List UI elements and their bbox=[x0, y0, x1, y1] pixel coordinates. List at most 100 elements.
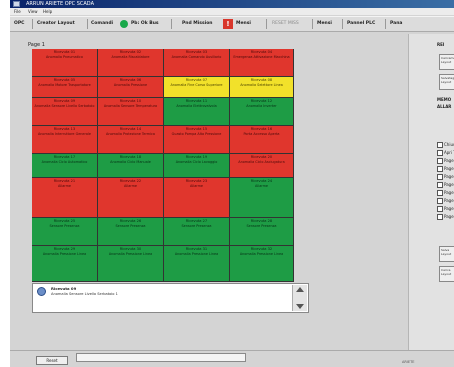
toolbar-pana[interactable]: Pana bbox=[390, 17, 402, 31]
save-layout-button-2[interactable]: Salva Layout bbox=[439, 246, 454, 262]
alarm-cell[interactable]: Ricevuta 11 Anomalia Elettrovalvola bbox=[164, 98, 230, 126]
toolbar-bus-status[interactable]: Pb: Ok Bus bbox=[131, 17, 159, 31]
checkbox-label: Page 5 bbox=[444, 190, 454, 195]
alarm-cell[interactable]: Ricevuta 06 Anomalia Pressione bbox=[98, 77, 164, 98]
page-filter-checkbox[interactable]: Page 5 bbox=[437, 190, 454, 196]
alarm-description: Anomalia Inverter bbox=[246, 103, 277, 108]
alarm-cell[interactable]: Ricevuta 24 Allarme bbox=[230, 178, 294, 218]
alarm-cell[interactable]: Ricevuta 19 Anomalia Ciclo Lavaggio bbox=[164, 154, 230, 178]
alarm-cell[interactable]: Ricevuta 28 Sensore Presenza bbox=[230, 218, 294, 246]
alarm-cell[interactable]: Ricevuta 21 Allarme bbox=[32, 178, 98, 218]
load-layout-button-2[interactable]: Carica Layout bbox=[439, 266, 454, 282]
alarm-description: Anomalia Sensore Temperatura bbox=[103, 103, 158, 108]
alarm-description: Allarme bbox=[57, 183, 71, 188]
alarm-cell[interactable]: Ricevuta 30 Anomalia Pressione Linea bbox=[98, 246, 164, 282]
toolbar-pnd-mission[interactable]: Pnd Mission bbox=[182, 17, 213, 31]
menu-file[interactable]: File bbox=[14, 8, 21, 15]
toolbar-mensi-2[interactable]: Mensi bbox=[317, 17, 332, 31]
alarm-cell[interactable]: Ricevuta 26 Sensore Presenza bbox=[98, 218, 164, 246]
alarm-cell[interactable]: Ricevuta 08 Anomalia Selettore Linea bbox=[230, 77, 294, 98]
alarm-cell[interactable]: Ricevuta 32 Anomalia Pressione Linea bbox=[230, 246, 294, 282]
checkbox-icon[interactable] bbox=[437, 158, 443, 164]
alarm-description: Anomalia Pneumatico bbox=[46, 54, 83, 59]
checkbox-icon[interactable] bbox=[437, 198, 443, 204]
toolbar-reset-miss[interactable]: RESET MISS bbox=[272, 17, 299, 31]
alarm-grid: Ricevuta 01 Anomalia Pneumatico Ricevuta 0… bbox=[32, 49, 294, 282]
panel-heading: REI bbox=[437, 42, 445, 47]
menu-help[interactable]: Help bbox=[43, 8, 52, 15]
alarm-description: Anomalia Interruttore Generale bbox=[37, 131, 92, 136]
checkbox-icon[interactable] bbox=[437, 214, 443, 220]
toolbar-creator-layout[interactable]: Creator Layout bbox=[37, 17, 75, 31]
toolbar-pannel-plc[interactable]: Pannel PLC bbox=[347, 17, 375, 31]
page-filter-checkbox[interactable]: Page 7 bbox=[437, 206, 454, 212]
alarm-cell[interactable]: Ricevuta 23 Allarme bbox=[164, 178, 230, 218]
alarm-cell[interactable]: Ricevuta 31 Anomalia Pressione Linea bbox=[164, 246, 230, 282]
toolbar-mensi[interactable]: Mensi bbox=[236, 17, 251, 31]
alarm-cell[interactable]: Ricevuta 17 Anomalia Ciclo Automatico bbox=[32, 154, 98, 178]
checkbox-icon[interactable] bbox=[437, 142, 443, 148]
scroll-up-icon[interactable] bbox=[296, 287, 304, 292]
alarm-cell[interactable]: Ricevuta 09 Anomalia Sensore Livello Serb… bbox=[32, 98, 98, 126]
alarm-cell[interactable]: Ricevuta 04 Emergenza Attivazione Macchin… bbox=[230, 49, 294, 77]
scroll-down-icon[interactable] bbox=[296, 304, 304, 309]
page-filter-checkbox[interactable]: Page 3 bbox=[437, 174, 454, 180]
alarm-cell[interactable]: Ricevuta 14 Anomalia Protezione Termica bbox=[98, 126, 164, 154]
alarm-cell[interactable]: Ricevuta 10 Anomalia Sensore Temperatura bbox=[98, 98, 164, 126]
checkbox-icon[interactable] bbox=[437, 150, 443, 156]
checkbox-icon[interactable] bbox=[437, 206, 443, 212]
alarm-description: Allarme bbox=[123, 183, 137, 188]
checkbox-icon[interactable] bbox=[437, 190, 443, 196]
alarm-cell[interactable]: Ricevuta 20 Anomalia Ciclo Asciugatura bbox=[230, 154, 294, 178]
alarm-cell[interactable]: Ricevuta 29 Anomalia Pressione Linea bbox=[32, 246, 98, 282]
alarm-cell[interactable]: Ricevuta 01 Anomalia Pneumatico bbox=[32, 49, 98, 77]
checkbox-icon[interactable] bbox=[437, 166, 443, 172]
page-filter-checkbox[interactable]: Apri TUTTI bbox=[437, 150, 454, 156]
toolbar-comandi[interactable]: Comandi bbox=[91, 17, 113, 31]
alarm-cell[interactable]: Ricevuta 02 Anomalia Riscaldatore bbox=[98, 49, 164, 77]
alarm-cell[interactable]: Ricevuta 05 Anomalia Motore Trasportatore bbox=[32, 77, 98, 98]
page-filter-checkbox[interactable]: Page 6 bbox=[437, 198, 454, 204]
status-bar: Reset bbox=[10, 350, 454, 367]
alarm-description: Anomalia Elettrovalvola bbox=[176, 103, 217, 108]
alarm-cell[interactable]: Ricevuta 18 Anomalia Ciclo Manuale bbox=[98, 154, 164, 178]
reset-button[interactable]: Reset bbox=[36, 356, 68, 365]
page-filter-checkbox[interactable]: Page 8 bbox=[437, 214, 454, 220]
checkbox-label: Page 7 bbox=[444, 206, 454, 211]
app-icon bbox=[13, 1, 20, 7]
checkbox-icon[interactable] bbox=[437, 182, 443, 188]
status-field bbox=[76, 353, 246, 362]
page-filter-checkbox[interactable]: Page 4 bbox=[437, 182, 454, 188]
toolbar-separator bbox=[342, 19, 343, 29]
load-layout-button[interactable]: Caricamento Layout bbox=[439, 54, 454, 70]
alarm-description: Anomalia Fine Corsa Superiore bbox=[170, 82, 223, 87]
save-layout-button[interactable]: Salvataggio Layout bbox=[439, 74, 454, 90]
alarm-description: Anomalia Riscaldatore bbox=[111, 54, 150, 59]
alarm-cell[interactable]: Ricevuta 12 Anomalia Inverter bbox=[230, 98, 294, 126]
checkbox-icon[interactable] bbox=[437, 174, 443, 180]
page-filter-checkbox[interactable]: Chiudi TUTTI bbox=[437, 142, 454, 148]
alarm-cell[interactable]: Ricevuta 13 Anomalia Interruttore General… bbox=[32, 126, 98, 154]
alarm-description: Anomalia Ciclo Automatico bbox=[41, 159, 88, 164]
menu-view[interactable]: View bbox=[28, 8, 38, 15]
toolbar-opc[interactable]: OPC bbox=[14, 17, 24, 31]
alarm-icon[interactable]: ! bbox=[223, 19, 233, 29]
alarm-cell[interactable]: Ricevuta 16 Porta Accesso Aperta bbox=[230, 126, 294, 154]
alarm-description: Anomalia Sensore Livello Serbatoio bbox=[34, 103, 95, 108]
memo-heading: MEMO bbox=[437, 97, 452, 102]
page-filter-checkbox[interactable]: Page 2 bbox=[437, 166, 454, 172]
alarm-cell[interactable]: Ricevuta 27 Sensore Presenza bbox=[164, 218, 230, 246]
alarm-heading: ALLAR bbox=[437, 104, 452, 109]
alarm-cell[interactable]: Ricevuta 22 Allarme bbox=[98, 178, 164, 218]
alarm-description: Anomalia Selettore Linea bbox=[240, 82, 283, 87]
alarm-cell[interactable]: Ricevuta 25 Sensore Presenza bbox=[32, 218, 98, 246]
message-scrollbar[interactable] bbox=[292, 285, 307, 311]
alarm-cell[interactable]: Ricevuta 07 Anomalia Fine Corsa Superiore bbox=[164, 77, 230, 98]
page-filter-checkbox[interactable]: Page 1 bbox=[437, 158, 454, 164]
alarm-cell[interactable]: Ricevuta 03 Anomalia Comando Ausiliario bbox=[164, 49, 230, 77]
checkbox-label: Page 3 bbox=[444, 174, 454, 179]
alarm-cell[interactable]: Ricevuta 15 Guasto Pompa Alta Pressione bbox=[164, 126, 230, 154]
alarm-description: Anomalia Pressione bbox=[113, 82, 148, 87]
alarm-description: Anomalia Comando Ausiliario bbox=[171, 54, 222, 59]
brand-logo: ARIETE bbox=[402, 360, 415, 364]
